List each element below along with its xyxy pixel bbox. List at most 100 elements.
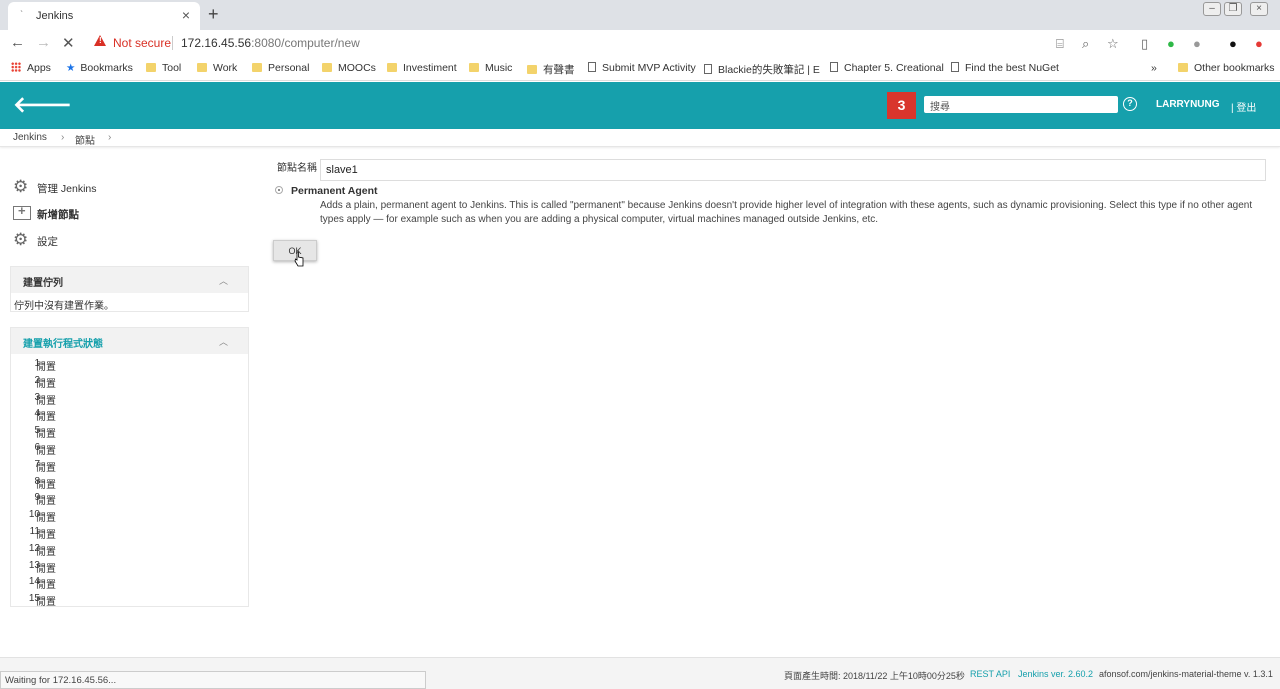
executor-status: 閒置 — [36, 378, 56, 390]
executor-status: 閒置 — [36, 563, 56, 575]
build-queue-title: 建置佇列 — [23, 278, 63, 289]
help-icon[interactable]: ? — [1123, 97, 1137, 111]
folder-icon — [322, 63, 332, 72]
executors-title[interactable]: 建置執行程式狀態 — [23, 335, 103, 350]
url-path: :8080/computer/new — [251, 36, 360, 50]
update-icon[interactable]: ● — [1255, 36, 1263, 51]
node-name-input[interactable] — [320, 159, 1266, 181]
security-label[interactable]: Not secure — [113, 36, 171, 50]
folder-icon — [252, 63, 262, 72]
page-icon — [951, 62, 959, 72]
bookmark-moocs[interactable]: MOOCs — [322, 62, 376, 74]
collapse-icon[interactable]: ︿ — [219, 274, 228, 287]
logout-link[interactable]: | 登出 — [1231, 99, 1256, 114]
executor-status: 閒置 — [36, 530, 56, 541]
close-tab-icon[interactable]: × — [182, 7, 190, 23]
address-bar[interactable]: Not secure 172.16.45.56:8080/computer/ne… — [88, 32, 1128, 54]
page-generated-time: 頁面產生時間: 2018/11/22 上午10時00分25秒 — [784, 671, 965, 681]
bookmark-bookmarks[interactable]: ★ Bookmarks — [66, 62, 133, 74]
folder-icon — [146, 63, 156, 72]
extension-icon[interactable]: ▯ — [1141, 36, 1148, 52]
page-icon — [588, 62, 596, 72]
rest-api-link[interactable]: REST API — [970, 669, 1010, 679]
url-host: 172.16.45.56 — [181, 36, 252, 50]
theme-credit: afonsof.com/jenkins-material-theme v. 1.… — [1099, 669, 1273, 679]
jenkins-version-link[interactable]: Jenkins ver. 2.60.2 — [1018, 669, 1093, 679]
folder-icon — [387, 63, 397, 72]
executor-row: 11 閒置 — [10, 523, 249, 541]
chevron-right-icon: › — [61, 132, 65, 143]
minimize-icon[interactable]: – — [1203, 2, 1221, 16]
executor-status: 閒置 — [36, 429, 56, 441]
close-window-icon[interactable]: × — [1250, 2, 1268, 16]
bookmarks-bar: Apps ★ Bookmarks Tool Work Personal MOOCs… — [0, 57, 1280, 81]
notification-badge[interactable]: 3 — [887, 92, 916, 119]
breadcrumb-jenkins[interactable]: Jenkins — [13, 132, 47, 143]
extension-gray-icon[interactable]: ● — [1193, 36, 1201, 51]
permanent-agent-description: Adds a plain, permanent agent to Jenkins… — [320, 200, 1253, 225]
tab-title: Jenkins — [36, 10, 74, 22]
bookmark-mvp[interactable]: Submit MVP Activity — [588, 62, 696, 74]
bookmark-other[interactable]: Other bookmarks — [1178, 62, 1275, 74]
add-box-icon — [13, 203, 31, 220]
bookmarks-overflow[interactable]: » — [1151, 62, 1157, 74]
bookmark-nuget[interactable]: Find the best NuGet — [951, 62, 1059, 74]
folder-icon — [1178, 63, 1188, 72]
bookmark-work[interactable]: Work — [197, 62, 237, 74]
extension-line-icon[interactable]: ● — [1167, 36, 1175, 51]
executor-status: 閒置 — [36, 362, 56, 373]
back-arrow-icon[interactable]: 🡐 — [13, 92, 72, 118]
permanent-agent-title[interactable]: Permanent Agent — [291, 185, 378, 197]
bookmark-personal[interactable]: Personal — [252, 62, 309, 74]
zoom-icon[interactable]: ⌕ — [1082, 36, 1089, 52]
permanent-agent-radio[interactable] — [275, 186, 283, 194]
executor-row: 4 閒置 — [10, 405, 249, 424]
bookmark-chapter5[interactable]: Chapter 5. Creational — [830, 62, 944, 74]
executors-header[interactable]: 建置執行程式狀態 ︿ — [11, 328, 248, 354]
executor-status: 閒置 — [36, 446, 56, 457]
user-link[interactable]: LARRYNUNG — [1156, 99, 1220, 110]
bookmark-music[interactable]: Music — [469, 62, 512, 74]
executor-row: 14 閒置 — [10, 573, 249, 592]
executor-status: 閒置 — [36, 580, 56, 592]
search-input[interactable]: 搜尋 — [924, 96, 1118, 113]
bookmark-investiment[interactable]: Investiment — [387, 62, 457, 74]
back-icon[interactable]: ← — [10, 34, 25, 51]
executor-row: 13 閒置 — [10, 557, 249, 575]
build-queue-header[interactable]: 建置佇列 ︿ — [11, 267, 248, 293]
page-icon — [704, 64, 712, 74]
executor-row: 7 閒置 — [10, 456, 249, 474]
hand-cursor-icon — [294, 251, 304, 267]
browser-tab[interactable]: ˋ Jenkins × — [8, 2, 200, 30]
url-text[interactable]: 172.16.45.56:8080/computer/new — [181, 36, 360, 50]
page-icon — [830, 62, 838, 72]
executor-status: 閒置 — [36, 546, 56, 558]
apps-icon — [11, 62, 21, 72]
executor-status: 閒置 — [36, 479, 56, 491]
stop-icon[interactable]: ✕ — [62, 34, 75, 52]
node-name-label: 節點名稱 — [277, 163, 317, 174]
bookmark-audiobooks[interactable]: 有聲書 — [527, 62, 575, 77]
new-tab-button[interactable]: + — [208, 4, 219, 25]
bookmark-blackie[interactable]: Blackie的失敗筆記 | E — [704, 62, 820, 77]
forward-icon[interactable]: → — [36, 34, 51, 51]
collapse-icon[interactable]: ︿ — [219, 335, 228, 348]
executor-row: 1 閒置 — [10, 355, 249, 373]
queue-empty-message: 佇列中沒有建置作業。 — [14, 301, 114, 312]
executor-row: 10 閒置 — [10, 506, 249, 524]
browser-status-bar: Waiting for 172.16.45.56... — [0, 671, 426, 689]
executor-status: 閒置 — [36, 462, 56, 474]
executor-row: 12 閒置 — [10, 540, 249, 558]
executor-status: 閒置 — [36, 395, 56, 407]
translate-icon[interactable]: ⌸ — [1056, 36, 1064, 52]
breadcrumb-nodes[interactable]: 節點 — [75, 132, 95, 147]
executor-status: 閒置 — [36, 412, 56, 424]
restore-icon[interactable]: ❐ — [1224, 2, 1242, 16]
bookmark-apps[interactable]: Apps — [11, 62, 51, 74]
star-icon: ★ — [66, 62, 76, 74]
divider — [172, 36, 173, 50]
bookmark-tool[interactable]: Tool — [146, 62, 181, 74]
gear-icon: ⚙ — [13, 230, 29, 249]
bookmark-star-icon[interactable]: ☆ — [1107, 36, 1119, 52]
profile-avatar-icon[interactable]: ● — [1229, 36, 1237, 51]
